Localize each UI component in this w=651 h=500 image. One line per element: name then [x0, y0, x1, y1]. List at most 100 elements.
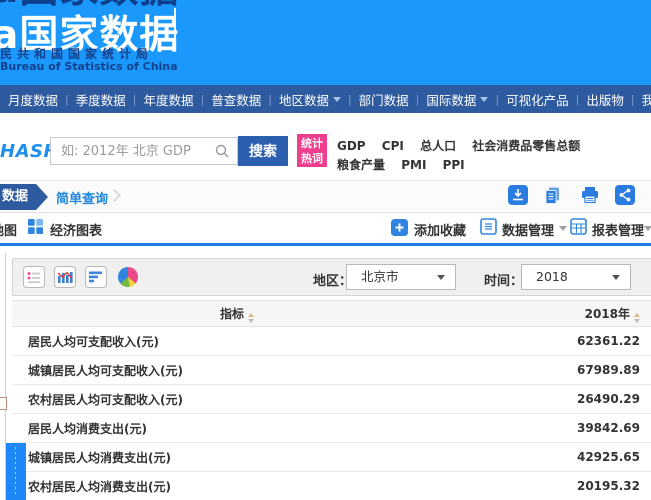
accent-divider — [0, 243, 651, 246]
add-icon — [391, 219, 408, 236]
hot-word-cpi[interactable]: CPI — [382, 139, 404, 153]
logo-divider — [174, 8, 176, 38]
column-header-indicator[interactable]: 指标 — [12, 305, 462, 323]
tab-economic-chart[interactable]: 经济图表 — [50, 220, 102, 239]
indicator-value: 42925.65 — [462, 450, 651, 464]
table-row[interactable]: 居民人均消费支出(元) 39842.69 — [12, 414, 651, 443]
indicator-label: 城镇居民人均消费支出(元) — [12, 449, 462, 466]
nav-item-census[interactable]: 普查数据 — [211, 90, 261, 109]
hot-badge-line2: 热词 — [297, 151, 327, 166]
data-management-icon — [480, 218, 497, 235]
search-box — [50, 137, 238, 165]
nav-item-label: 普查数据 — [211, 90, 261, 109]
hot-words-row1: GDP CPI 总人口 社会消费品零售总额 — [337, 137, 592, 154]
nav-item-label: 地区数据 — [279, 90, 329, 109]
hot-word-gdp[interactable]: GDP — [337, 139, 366, 153]
chevron-down-icon — [480, 97, 488, 102]
add-favorite-button[interactable]: 添加收藏 — [414, 220, 466, 239]
indicator-value: 67989.89 — [462, 363, 651, 377]
data-management-button[interactable]: 数据管理 — [502, 220, 554, 239]
table-row[interactable]: 农村居民人均消费支出(元) 20195.32 — [12, 472, 651, 500]
hot-word-population[interactable]: 总人口 — [420, 139, 456, 153]
chevron-down-icon — [437, 275, 445, 280]
search-icon — [214, 143, 230, 159]
print-icon[interactable] — [580, 185, 600, 205]
hot-word-ppi[interactable]: PPI — [443, 158, 465, 172]
bar-line-chart-icon[interactable] — [54, 266, 76, 288]
nav-separator: | — [416, 93, 420, 106]
indicator-label: 居民人均可支配收入(元) — [12, 333, 462, 350]
column-header-year[interactable]: 2018年 — [462, 305, 651, 323]
nav-item-label: 国际数据 — [426, 90, 476, 109]
hot-word-retail[interactable]: 社会消费品零售总额 — [472, 139, 580, 153]
indicator-label: 农村居民人均消费支出(元) — [12, 478, 462, 495]
floating-side-button[interactable] — [6, 443, 26, 500]
indicator-label: 城镇居民人均可支配收入(元) — [12, 362, 462, 379]
hot-word-pmi[interactable]: PMI — [401, 158, 426, 172]
nav-separator: | — [65, 93, 69, 106]
breadcrumb: 数据 简单查询 — [0, 180, 651, 213]
column-header-label: 指标 — [220, 307, 244, 321]
sub-toolbar: 地图 经济图表 添加收藏 数据管理 报表管理 — [0, 213, 651, 243]
search-input[interactable] — [51, 138, 237, 164]
nav-item-monthly[interactable]: 月度数据 — [8, 90, 58, 109]
data-table: 指标 2018年 居民人均可支配收入(元) 62361.22 城镇居民人均可支配… — [12, 300, 651, 500]
report-management-button[interactable]: 报表管理 — [592, 220, 644, 239]
region-value: 北京市 — [361, 269, 399, 284]
chevron-down-icon — [559, 226, 567, 231]
nav-separator: | — [495, 93, 499, 106]
hot-words-row2: 粮食产量 PMI PPI — [337, 156, 477, 173]
nav-item-label: 可视化产品 — [506, 90, 569, 109]
pie-chart-icon[interactable] — [118, 267, 138, 287]
indicator-value: 20195.32 — [462, 479, 651, 493]
chevron-down-icon — [333, 97, 341, 102]
indicator-label: 居民人均消费支出(元) — [12, 420, 462, 437]
report-management-icon — [570, 218, 587, 235]
nav-item-international[interactable]: 国际数据 — [426, 90, 488, 109]
region-select[interactable]: 北京市 — [346, 264, 456, 290]
nav-item-publications[interactable]: 出版物 — [586, 90, 624, 109]
indicator-label: 农村居民人均可支配收入(元) — [12, 391, 462, 408]
logo-subtitle-en: Bureau of Statistics of China — [0, 60, 178, 73]
hot-word-grain[interactable]: 粮食产量 — [337, 158, 385, 172]
search-button[interactable]: 搜索 — [238, 136, 288, 166]
chevron-down-icon — [644, 226, 651, 231]
filter-toolbar: 地区： 北京市 时间： 2018 — [12, 258, 651, 296]
table-row[interactable]: 城镇居民人均消费支出(元) 42925.65 — [12, 443, 651, 472]
time-select[interactable]: 2018 — [521, 264, 631, 290]
hot-words-badge: 统计 热词 — [297, 134, 327, 167]
table-row[interactable]: 城镇居民人均可支配收入(元) 67989.89 — [12, 356, 651, 385]
nav-item-quarterly[interactable]: 季度数据 — [76, 90, 126, 109]
nav-item-label: 月度数据 — [8, 90, 58, 109]
list-view-icon[interactable] — [23, 266, 45, 288]
nav-item-visualization[interactable]: 可视化产品 — [506, 90, 569, 109]
header-banner: a国家数据 a国家数据 民共和国国家统计局 Bureau of Statisti… — [0, 0, 651, 85]
nav-item-annual[interactable]: 年度数据 — [143, 90, 193, 109]
share-icon[interactable] — [615, 185, 635, 205]
copy-icon[interactable] — [543, 185, 563, 205]
sort-icon — [634, 313, 640, 323]
nav-separator: | — [348, 93, 352, 106]
breadcrumb-tab-data[interactable]: 数据 — [0, 184, 48, 210]
indicator-value: 39842.69 — [462, 421, 651, 435]
nav-item-favorites[interactable]: 我的收藏 — [642, 90, 651, 109]
table-row[interactable]: 农村居民人均可支配收入(元) 26490.29 — [12, 385, 651, 414]
nav-separator: | — [631, 93, 635, 106]
nav-separator: | — [268, 93, 272, 106]
table-header-row: 指标 2018年 — [12, 300, 651, 327]
chevron-down-icon — [612, 275, 620, 280]
sort-icon — [248, 313, 254, 323]
tab-map[interactable]: 地图 — [0, 220, 17, 239]
nav-separator: | — [200, 93, 204, 106]
time-label: 时间： — [484, 270, 523, 289]
nav-item-label: 我的收藏 — [642, 90, 651, 109]
nav-item-regional[interactable]: 地区数据 — [279, 90, 341, 109]
clipped-widget — [0, 397, 7, 410]
column-header-label: 2018年 — [585, 307, 630, 321]
table-row[interactable]: 居民人均可支配收入(元) 62361.22 — [12, 327, 651, 356]
breadcrumb-current-simple-query[interactable]: 简单查询 — [56, 188, 108, 207]
horizontal-bar-chart-icon[interactable] — [85, 266, 107, 288]
nav-item-departmental[interactable]: 部门数据 — [359, 90, 409, 109]
nav-item-label: 季度数据 — [76, 90, 126, 109]
download-icon[interactable] — [508, 185, 528, 205]
